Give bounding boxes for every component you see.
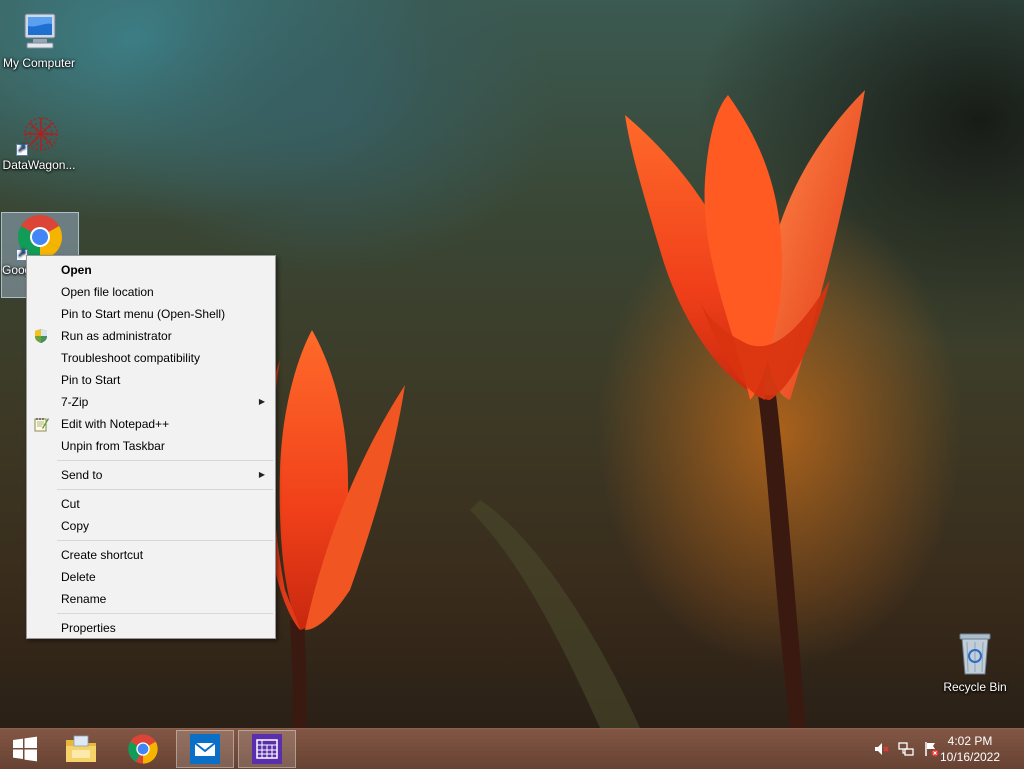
- menu-item-copy[interactable]: Copy: [27, 515, 275, 537]
- menu-item-send-to[interactable]: Send to ▶: [27, 464, 275, 486]
- desktop-icon-label: Recycle Bin: [943, 680, 1007, 694]
- windows-start-icon: [13, 736, 37, 762]
- menu-item-label: Unpin from Taskbar: [61, 439, 165, 453]
- computer-icon: [24, 13, 56, 49]
- menu-item-pin-to-start-menu[interactable]: Pin to Start menu (Open-Shell): [27, 303, 275, 325]
- uac-shield-icon: [35, 329, 47, 343]
- desktop-icon-label: DataWagon...: [2, 158, 76, 172]
- menu-item-unpin-from-taskbar[interactable]: Unpin from Taskbar: [27, 435, 275, 457]
- menu-item-cut[interactable]: Cut: [27, 493, 275, 515]
- menu-item-label: Run as administrator: [61, 329, 172, 343]
- taskbar-clock[interactable]: 4:02 PM 10/16/2022: [930, 733, 1010, 765]
- menu-item-label: Copy: [61, 519, 90, 533]
- recycle-bin-icon: [959, 633, 991, 675]
- taskbar-calendar-button[interactable]: [238, 730, 296, 768]
- menu-separator: [57, 489, 273, 490]
- menu-item-rename[interactable]: Rename: [27, 588, 275, 610]
- menu-separator: [57, 460, 273, 461]
- taskbar-chrome-button[interactable]: [114, 730, 172, 768]
- network-icon[interactable]: [898, 741, 914, 757]
- menu-item-label: Pin to Start menu (Open-Shell): [61, 307, 226, 321]
- chrome-icon: [128, 734, 158, 764]
- desktop-icon-label: My Computer: [2, 56, 76, 70]
- start-button[interactable]: [0, 730, 50, 768]
- desktop-icon-my-computer[interactable]: My Computer: [0, 8, 78, 74]
- taskbar: 4:02 PM 10/16/2022: [0, 728, 1024, 769]
- desktop-icon-datawagon[interactable]: DataWagon...: [0, 112, 78, 178]
- menu-item-edit-with-notepadpp[interactable]: Edit with Notepad++: [27, 413, 275, 435]
- menu-item-label: Open file location: [61, 285, 154, 299]
- menu-item-label: Pin to Start: [61, 373, 121, 387]
- menu-item-7-zip[interactable]: 7-Zip ▶: [27, 391, 275, 413]
- shortcut-arrow-icon: [16, 142, 28, 156]
- clock-date: 10/16/2022: [939, 750, 1001, 764]
- taskbar-mail-button[interactable]: [176, 730, 234, 768]
- mail-icon: [190, 734, 220, 764]
- desktop-icon-recycle-bin[interactable]: Recycle Bin: [938, 630, 1012, 694]
- menu-item-label: Send to: [61, 468, 103, 482]
- menu-separator: [57, 540, 273, 541]
- menu-item-label: Cut: [61, 497, 80, 511]
- menu-item-label: Delete: [61, 570, 96, 584]
- menu-item-label: 7-Zip: [61, 395, 89, 409]
- menu-item-troubleshoot-compatibility[interactable]: Troubleshoot compatibility: [27, 347, 275, 369]
- menu-item-delete[interactable]: Delete: [27, 566, 275, 588]
- menu-item-open-file-location[interactable]: Open file location: [27, 281, 275, 303]
- menu-item-label: Rename: [61, 592, 107, 606]
- menu-item-open[interactable]: Open: [27, 259, 275, 281]
- speaker-muted-icon[interactable]: [873, 741, 889, 757]
- menu-item-label: Open: [61, 263, 92, 277]
- menu-item-properties[interactable]: Properties: [27, 617, 275, 639]
- menu-item-label: Create shortcut: [61, 548, 144, 562]
- submenu-arrow-icon: ▶: [258, 470, 265, 479]
- menu-item-pin-to-start[interactable]: Pin to Start: [27, 369, 275, 391]
- taskbar-file-explorer-button[interactable]: [52, 730, 110, 768]
- menu-item-label: Edit with Notepad++: [61, 417, 170, 431]
- menu-separator: [57, 613, 273, 614]
- notepadpp-icon: [34, 418, 49, 432]
- menu-item-create-shortcut[interactable]: Create shortcut: [27, 544, 275, 566]
- menu-item-label: Troubleshoot compatibility: [61, 351, 200, 365]
- menu-item-label: Properties: [61, 621, 116, 635]
- calendar-icon: [252, 734, 282, 764]
- submenu-arrow-icon: ▶: [258, 397, 265, 406]
- folder-icon: [66, 735, 96, 762]
- clock-time: 4:02 PM: [947, 734, 993, 748]
- menu-item-run-as-administrator[interactable]: Run as administrator: [27, 325, 275, 347]
- context-menu: Open Open file location Pin to Start men…: [26, 255, 276, 639]
